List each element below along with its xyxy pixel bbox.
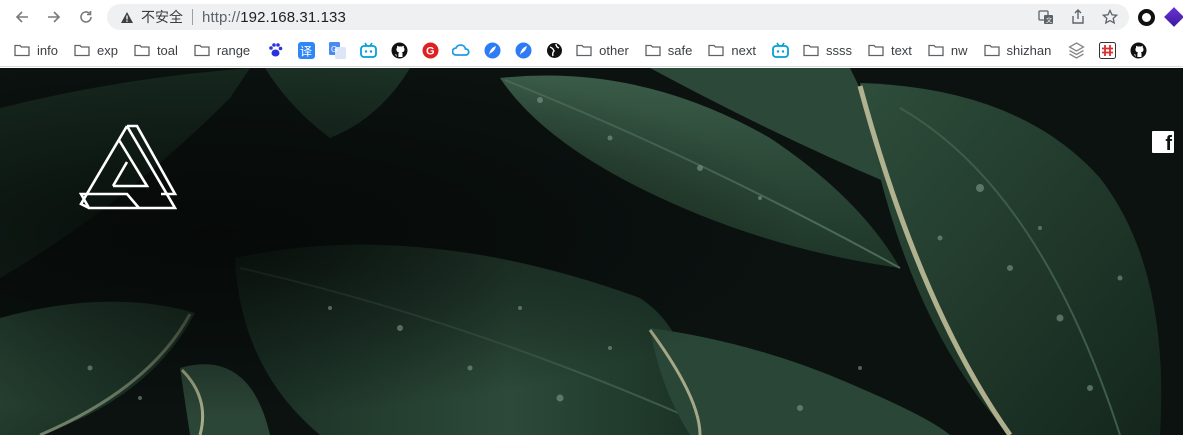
folder-icon: [708, 44, 725, 57]
bookmark-folder-other[interactable]: other: [576, 37, 629, 63]
omnibox-actions: 文: [1037, 4, 1119, 30]
url-scheme: http://: [202, 8, 241, 26]
bookmarks-bar: info exp toal range 译 G Gother safe next ssss text…: [0, 34, 1183, 67]
red-g-icon: G: [422, 42, 439, 58]
folder-icon: [928, 44, 944, 57]
extensions-area: [1138, 4, 1183, 30]
separator: [192, 9, 193, 25]
svg-text:文: 文: [1046, 17, 1052, 25]
bookmark-folder-label: range: [216, 42, 251, 58]
browser-toolbar: 不安全 http://192.168.31.133 文: [0, 0, 1183, 34]
bookmark-google-translate-icon[interactable]: G: [328, 41, 346, 59]
bookmark-folder-info[interactable]: info: [14, 37, 58, 63]
bookmark-folder-range[interactable]: range: [194, 37, 250, 63]
bookmark-folder-label: other: [599, 42, 629, 58]
bookmark-feather-blue-icon-2[interactable]: [514, 41, 532, 59]
svg-text:译: 译: [300, 44, 312, 58]
bookmark-red-g-icon[interactable]: G: [421, 41, 439, 59]
github-icon-2: [1130, 42, 1147, 58]
bookmark-folder-toal[interactable]: toal: [134, 37, 178, 63]
hero-section: f: [0, 68, 1183, 435]
globe-icon: [546, 42, 562, 58]
bookmark-globe-icon[interactable]: [545, 41, 563, 59]
bookmark-folder-text[interactable]: text: [868, 37, 912, 63]
star-icon[interactable]: [1101, 8, 1119, 26]
reload-button[interactable]: [72, 3, 100, 31]
security-label[interactable]: 不安全: [141, 7, 183, 27]
bookmark-folder-ssss[interactable]: ssss: [803, 37, 852, 63]
baidu-paw-icon: [269, 43, 283, 57]
bookmark-github-icon-2[interactable]: [1129, 41, 1147, 59]
share-icon[interactable]: [1069, 8, 1087, 26]
url-host: 192.168.31.133: [240, 8, 346, 26]
forward-button[interactable]: [40, 3, 68, 31]
extension-ring-icon[interactable]: [1138, 8, 1155, 26]
bookmark-folder-label: ssss: [825, 42, 852, 58]
bookmark-folder-label: next: [731, 42, 756, 58]
bookmark-github-icon[interactable]: [390, 41, 408, 59]
svg-text:G: G: [426, 45, 435, 57]
bookmark-translate-yi-icon[interactable]: 译: [297, 41, 315, 59]
arrow-right-icon: [48, 11, 61, 23]
bookmark-baidu-paw-icon[interactable]: [266, 41, 284, 59]
leaf-background-image: [0, 68, 1183, 435]
arrow-left-icon: [15, 11, 28, 23]
bookmark-feather-blue-icon[interactable]: [483, 41, 501, 59]
extension-purple-icon[interactable]: [1164, 7, 1183, 27]
bookmark-folder-next[interactable]: next: [708, 37, 756, 63]
bookmark-bilibili-icon-2[interactable]: [772, 41, 790, 59]
bilibili-icon: [359, 42, 377, 58]
github-icon: [391, 42, 408, 58]
cloud-icon: [452, 44, 470, 56]
bookmark-cloud-icon[interactable]: [452, 41, 470, 59]
facebook-glyph: f: [1165, 133, 1172, 155]
folder-icon: [803, 44, 819, 57]
bookmark-folder-shizhan[interactable]: shizhan: [983, 37, 1052, 63]
penrose-triangle-logo[interactable]: [79, 124, 177, 210]
feather-blue-icon-2: [515, 42, 532, 58]
facebook-icon[interactable]: f: [1152, 131, 1174, 155]
folder-icon: [14, 44, 30, 57]
folder-icon: [194, 44, 210, 57]
reload-icon: [80, 11, 92, 23]
bookmark-folder-label: exp: [96, 42, 118, 58]
translate-yi-icon: 译: [297, 41, 315, 59]
bookmark-hash-red-icon[interactable]: [1098, 41, 1116, 59]
svg-text:G: G: [331, 45, 337, 54]
hash-red-icon: [1098, 41, 1116, 59]
bookmark-folder-nw[interactable]: nw: [928, 37, 968, 63]
bookmark-folder-label: text: [890, 42, 912, 58]
bookmark-folder-label: toal: [156, 42, 178, 58]
warning-icon[interactable]: [119, 9, 135, 25]
bookmark-layers-icon[interactable]: [1067, 41, 1085, 59]
folder-icon: [868, 44, 884, 57]
folder-icon: [576, 44, 592, 57]
bookmark-folder-label: safe: [667, 42, 693, 58]
folder-icon: [983, 44, 1000, 57]
translate-icon[interactable]: 文: [1037, 8, 1055, 26]
url-text[interactable]: http://192.168.31.133: [202, 9, 346, 26]
feather-blue-icon: [484, 42, 501, 58]
bookmark-bilibili-icon[interactable]: [359, 41, 377, 59]
google-translate-icon: G: [328, 41, 346, 59]
folder-icon: [645, 44, 661, 57]
bookmark-folder-label: info: [37, 42, 58, 58]
layers-icon: [1068, 41, 1085, 59]
bookmark-folder-label: nw: [950, 42, 968, 58]
address-bar[interactable]: 不安全 http://192.168.31.133 文: [107, 4, 1129, 30]
back-button[interactable]: [8, 3, 36, 31]
folder-icon: [74, 44, 90, 57]
bookmark-folder-label: shizhan: [1006, 42, 1052, 58]
bookmark-folder-safe[interactable]: safe: [645, 37, 693, 63]
folder-icon: [134, 44, 150, 57]
bookmark-folder-exp[interactable]: exp: [74, 37, 118, 63]
bilibili-icon-2: [772, 42, 790, 58]
